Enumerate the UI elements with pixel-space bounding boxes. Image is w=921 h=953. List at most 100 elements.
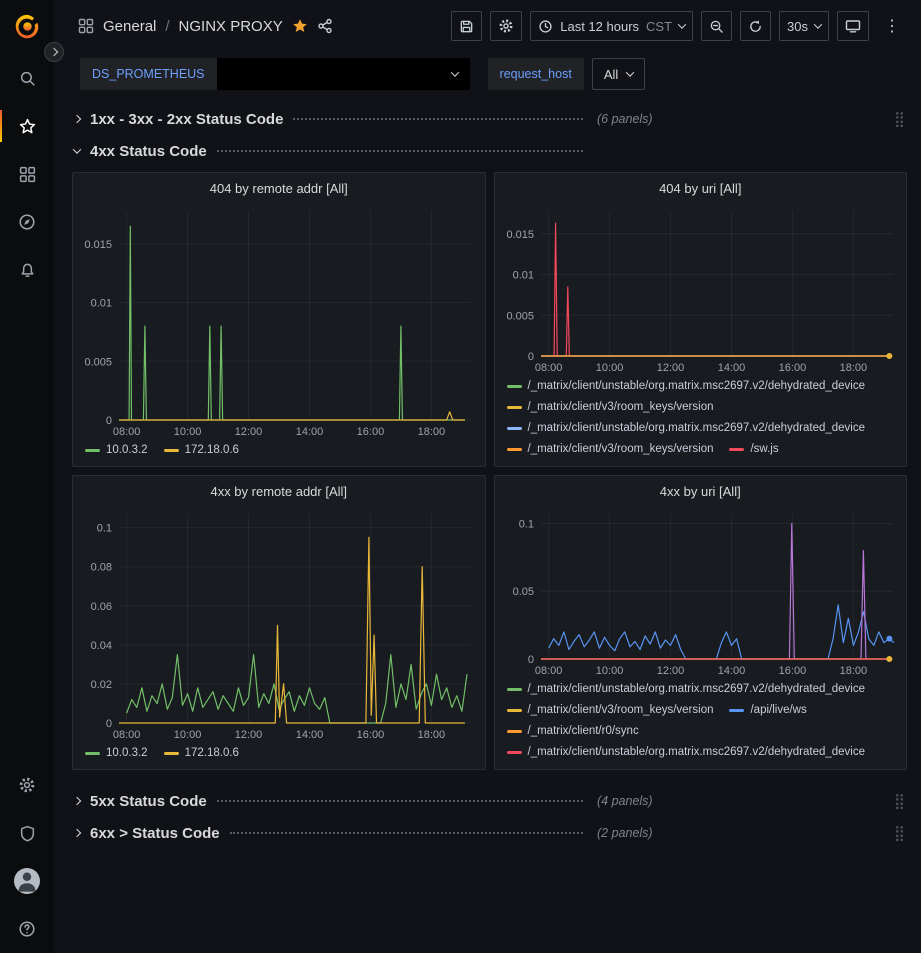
panel-title[interactable]: 4xx by uri [All] bbox=[495, 476, 907, 506]
tv-mode-button[interactable] bbox=[837, 11, 869, 41]
legend-item[interactable]: 172.18.0.6 bbox=[164, 743, 239, 764]
legend-item[interactable]: 10.0.3.2 bbox=[85, 440, 148, 461]
datasource-select[interactable] bbox=[217, 58, 470, 90]
legend-item[interactable]: /sw.js bbox=[729, 439, 778, 460]
legend-item[interactable]: /_matrix/client/r0/sync bbox=[507, 721, 639, 742]
person-icon bbox=[14, 868, 40, 894]
row-header-6xx[interactable]: 6xx > Status Code (2 panels) ⣿ bbox=[72, 818, 907, 848]
sidebar-expand-toggle[interactable] bbox=[44, 42, 64, 62]
svg-text:0.1: 0.1 bbox=[518, 518, 533, 530]
dashboards-grid-icon bbox=[19, 166, 36, 183]
panel-title[interactable]: 404 by remote addr [All] bbox=[73, 173, 485, 203]
sidebar-item-alerting[interactable] bbox=[0, 246, 54, 294]
svg-text:0.1: 0.1 bbox=[97, 523, 112, 535]
save-dashboard-button[interactable] bbox=[451, 11, 482, 41]
chevron-down-icon bbox=[814, 20, 822, 28]
help-circle-icon bbox=[18, 920, 36, 938]
legend-series-label: /api/live/ws bbox=[750, 700, 806, 721]
row-drag-handle[interactable]: ⣿ bbox=[894, 824, 907, 842]
chevron-down-icon bbox=[678, 20, 686, 28]
chart-legend: /_matrix/client/unstable/org.matrix.msc2… bbox=[495, 376, 907, 466]
legend-series-label: /_matrix/client/unstable/org.matrix.msc2… bbox=[528, 742, 866, 763]
row-title-wrap: 4xx Status Code bbox=[80, 143, 585, 160]
svg-text:16:00: 16:00 bbox=[357, 426, 385, 438]
svg-text:12:00: 12:00 bbox=[656, 665, 684, 677]
legend-item[interactable]: /_matrix/client/unstable/org.matrix.msc2… bbox=[507, 742, 866, 763]
panel-title[interactable]: 4xx by remote addr [All] bbox=[73, 476, 485, 506]
adhoc-filter-value-select[interactable]: All bbox=[592, 58, 645, 90]
legend-series-label: /_matrix/client/unstable/org.matrix.msc2… bbox=[528, 376, 866, 397]
legend-item[interactable]: /_matrix/client/unstable/org.matrix.msc2… bbox=[507, 418, 866, 439]
svg-text:14:00: 14:00 bbox=[296, 426, 324, 438]
sidebar-item-server-admin[interactable] bbox=[0, 809, 54, 857]
sidebar-item-help[interactable] bbox=[0, 905, 54, 953]
row-drag-handle[interactable]: ⣿ bbox=[894, 792, 907, 810]
svg-text:0.005: 0.005 bbox=[84, 356, 112, 368]
legend-series-color bbox=[85, 449, 100, 452]
svg-text:0.08: 0.08 bbox=[91, 562, 112, 574]
sidebar-item-explore[interactable] bbox=[0, 198, 54, 246]
legend-item[interactable]: /_matrix/client/v3/room_keys/version bbox=[507, 700, 714, 721]
svg-text:08:00: 08:00 bbox=[113, 426, 141, 438]
sidebar-item-favorites[interactable] bbox=[0, 102, 54, 150]
svg-text:0.05: 0.05 bbox=[512, 586, 533, 598]
legend-series-label: 10.0.3.2 bbox=[106, 440, 148, 461]
sidebar-item-profile[interactable] bbox=[0, 857, 54, 905]
time-series-chart[interactable]: 08:0010:0012:0014:0016:0018:0000.020.040… bbox=[73, 506, 485, 743]
favorite-star-icon[interactable] bbox=[292, 18, 308, 34]
time-series-chart[interactable]: 08:0010:0012:0014:0016:0018:0000.0050.01… bbox=[495, 203, 907, 376]
svg-text:0.015: 0.015 bbox=[84, 239, 112, 251]
row-panel-count: (4 panels) bbox=[597, 794, 653, 808]
legend-series-color bbox=[729, 448, 744, 451]
svg-text:0.005: 0.005 bbox=[506, 310, 534, 322]
monitor-icon bbox=[845, 18, 861, 34]
breadcrumb-dashboard-title[interactable]: NGINX PROXY bbox=[179, 18, 283, 35]
sidebar-item-search[interactable] bbox=[0, 54, 54, 102]
legend-item[interactable]: /_matrix/client/unstable/org.matrix.msc2… bbox=[507, 376, 866, 397]
refresh-interval-select[interactable]: 30s bbox=[779, 11, 829, 41]
legend-item[interactable]: /_matrix/client/unstable/org.matrix.msc2… bbox=[507, 679, 866, 700]
time-range-picker[interactable]: Last 12 hours CST bbox=[530, 11, 693, 41]
row-panel-count: (6 panels) bbox=[597, 112, 653, 126]
row-title-wrap: 6xx > Status Code bbox=[80, 825, 585, 842]
more-options-button[interactable]: ⋮ bbox=[877, 11, 907, 41]
zoom-out-button[interactable] bbox=[701, 11, 732, 41]
svg-text:10:00: 10:00 bbox=[174, 729, 202, 741]
gear-icon bbox=[498, 18, 514, 34]
svg-text:12:00: 12:00 bbox=[235, 729, 263, 741]
adhoc-filter: request_host All bbox=[488, 58, 646, 90]
datasource-variable-label[interactable]: DS_PROMETHEUS bbox=[80, 58, 217, 90]
row-drag-handle[interactable]: ⣿ bbox=[894, 110, 907, 128]
row-leader-dots bbox=[217, 145, 583, 152]
row-header-4xx[interactable]: 4xx Status Code bbox=[72, 136, 907, 166]
time-series-chart[interactable]: 08:0010:0012:0014:0016:0018:0000.050.1 bbox=[495, 506, 907, 679]
svg-text:12:00: 12:00 bbox=[656, 362, 684, 374]
sidebar-item-configuration[interactable] bbox=[0, 761, 54, 809]
svg-text:0.04: 0.04 bbox=[91, 640, 112, 652]
legend-item[interactable]: 10.0.3.2 bbox=[85, 743, 148, 764]
legend-item[interactable]: 172.18.0.6 bbox=[164, 440, 239, 461]
panel-title[interactable]: 404 by uri [All] bbox=[495, 173, 907, 203]
legend-item[interactable]: /api/live/ws bbox=[729, 700, 806, 721]
legend-item[interactable]: /_matrix/client/v3/room_keys/version bbox=[507, 439, 714, 460]
star-icon bbox=[19, 118, 36, 135]
refresh-button[interactable] bbox=[740, 11, 771, 41]
timezone-label: CST bbox=[646, 19, 672, 34]
svg-text:18:00: 18:00 bbox=[839, 665, 867, 677]
legend-item[interactable]: /_matrix/client/v3/room_keys/version bbox=[507, 397, 714, 418]
row-header-1xx-3xx-2xx[interactable]: 1xx - 3xx - 2xx Status Code (6 panels) ⣿ bbox=[72, 104, 907, 134]
svg-text:0: 0 bbox=[527, 351, 533, 363]
svg-text:12:00: 12:00 bbox=[235, 426, 263, 438]
chevron-down-icon bbox=[626, 68, 634, 76]
share-icon[interactable] bbox=[317, 18, 333, 34]
sidebar-item-dashboards[interactable] bbox=[0, 150, 54, 198]
row-title: 5xx Status Code bbox=[90, 793, 207, 810]
adhoc-filter-key[interactable]: request_host bbox=[488, 58, 584, 90]
legend-series-color bbox=[507, 730, 522, 733]
breadcrumb-section[interactable]: General bbox=[103, 18, 156, 35]
apps-grid-icon bbox=[78, 18, 94, 34]
row-header-5xx[interactable]: 5xx Status Code (4 panels) ⣿ bbox=[72, 786, 907, 816]
time-series-chart[interactable]: 08:0010:0012:0014:0016:0018:0000.0050.01… bbox=[73, 203, 485, 440]
legend-series-label: /_matrix/client/unstable/org.matrix.msc2… bbox=[528, 418, 866, 439]
dashboard-settings-button[interactable] bbox=[490, 11, 522, 41]
